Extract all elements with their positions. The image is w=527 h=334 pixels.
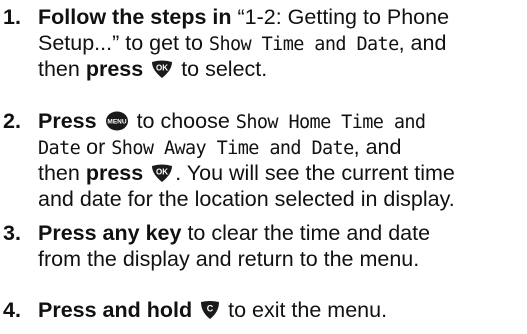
menu-item-name: Show Away Time and Date (111, 138, 354, 159)
clear-key-icon-graphic: C (201, 301, 220, 319)
step-action: press (85, 161, 144, 185)
step-text: Press MENU to choose Show Home Time and … (38, 108, 527, 212)
text-segment: and date for the location selected in di… (38, 187, 455, 211)
menu-item-name-end: Date (38, 138, 81, 159)
step-action: Press (38, 109, 97, 133)
text-segment: or (86, 135, 106, 159)
ok-key-icon: OK (151, 163, 173, 183)
text-segment: , and (398, 31, 447, 55)
clear-key-icon: C (200, 300, 220, 320)
section-reference: “1-2: Getting to Phone (237, 5, 450, 29)
step-number: 2. (3, 109, 21, 133)
step-action: press (85, 57, 144, 81)
step-text: Press any key to clear the time and date… (38, 220, 527, 272)
svg-text:MENU: MENU (107, 119, 126, 126)
text-segment: to clear the time and date (187, 221, 431, 245)
text-segment: to choose (136, 109, 230, 133)
menu-key-icon-graphic: MENU (105, 111, 128, 131)
step-text: Press and hold C to exit the menu. (38, 297, 527, 323)
step-action: Follow the steps in (38, 5, 232, 29)
step-number: 4. (3, 298, 21, 322)
ok-key-icon: OK (151, 59, 173, 79)
svg-text:C: C (207, 304, 214, 314)
step-action: Press any key (38, 221, 182, 245)
text-segment: then (38, 57, 80, 81)
text-segment: then (38, 161, 80, 185)
text-segment: , and (353, 135, 402, 159)
svg-text:OK: OK (156, 64, 168, 73)
menu-key-icon: MENU (105, 111, 129, 131)
step-text: Follow the steps in “1-2: Getting to Pho… (38, 4, 527, 82)
menu-item-name: Show Time and Date (208, 34, 399, 55)
ok-key-icon-graphic: OK (152, 60, 173, 78)
step-number: 1. (3, 5, 21, 29)
step-number: 3. (3, 221, 21, 245)
section-reference-end: Setup...” to get to (38, 31, 203, 55)
menu-item-name: Show Home Time and (235, 112, 426, 133)
text-segment: . You will see the current time (175, 161, 455, 185)
svg-text:OK: OK (156, 168, 168, 177)
text-segment: to exit the menu. (228, 298, 388, 322)
text-segment: to select. (181, 57, 268, 81)
step-action: Press and hold (38, 298, 193, 322)
ok-key-icon-graphic: OK (152, 164, 173, 182)
text-segment: from the display and return to the menu. (38, 247, 420, 271)
